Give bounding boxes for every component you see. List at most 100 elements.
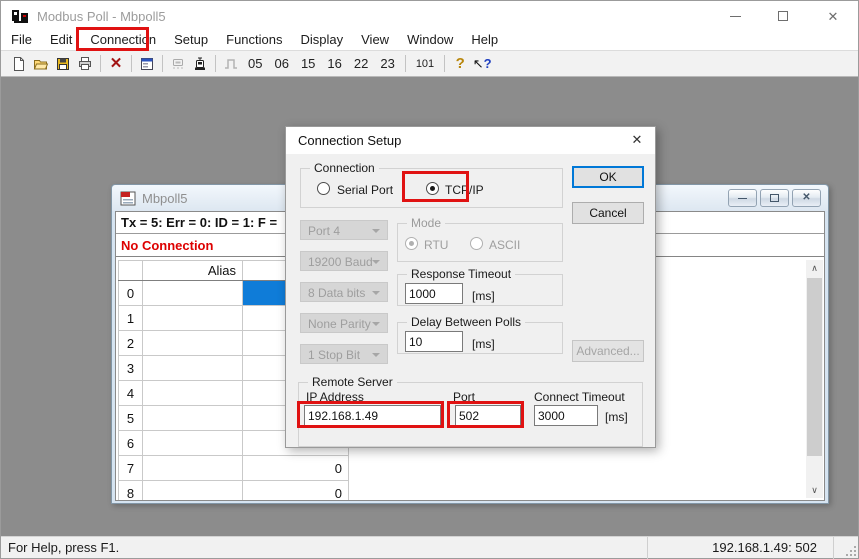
communication-icon-disabled <box>170 56 186 72</box>
device-icon <box>192 56 208 72</box>
open-file-button[interactable] <box>30 53 52 75</box>
document-icon <box>120 191 136 206</box>
value-cell[interactable]: 0 <box>243 456 349 481</box>
test-center-button[interactable]: 101 <box>410 58 440 70</box>
save-floppy-icon <box>55 56 71 72</box>
menu-functions[interactable]: Functions <box>217 30 291 50</box>
connection-setup-dialog: Connection Setup ✕ Connection Serial Por… <box>285 126 656 448</box>
menu-setup[interactable]: Setup <box>165 30 217 50</box>
row-number: 3 <box>119 356 143 381</box>
alias-cell[interactable] <box>143 281 243 306</box>
stop-bits-combo: 1 Stop Bit <box>300 344 388 364</box>
menu-window[interactable]: Window <box>398 30 462 50</box>
context-help-button[interactable]: ↖? <box>471 53 493 75</box>
function-23-button[interactable]: 23 <box>374 56 400 71</box>
menu-help[interactable]: Help <box>462 30 507 50</box>
question-icon: ? <box>484 56 492 71</box>
cancel-button[interactable]: Cancel <box>572 202 644 224</box>
value-cell[interactable]: 0 <box>243 481 349 501</box>
serial-port-combo: Port 4 <box>300 220 388 240</box>
serial-port-label: Serial Port <box>337 183 393 197</box>
alias-column-header[interactable]: Alias <box>143 261 243 281</box>
alias-cell[interactable] <box>143 456 243 481</box>
menu-file[interactable]: File <box>2 30 41 50</box>
parity-combo: None Parity <box>300 313 388 333</box>
mdi-minimize-button[interactable] <box>728 189 757 207</box>
connect-timeout-input[interactable] <box>534 405 598 426</box>
alias-cell[interactable] <box>143 306 243 331</box>
mbpoll5-title: Mbpoll5 <box>142 191 188 206</box>
row-number: 1 <box>119 306 143 331</box>
toolbar-separator <box>131 55 132 72</box>
response-timeout-label: Response Timeout <box>407 267 515 281</box>
alias-cell[interactable] <box>143 381 243 406</box>
function-05-button[interactable]: 05 <box>242 56 268 71</box>
annotation-box-tcpip-radio <box>402 171 469 202</box>
window-title: Modbus Poll - Mbpoll5 <box>37 9 166 24</box>
menu-view[interactable]: View <box>352 30 398 50</box>
scroll-up-arrow-icon[interactable]: ∧ <box>806 260 823 276</box>
new-document-icon <box>11 56 27 72</box>
delay-unit: [ms] <box>472 337 495 351</box>
square-wave-icon-disabled <box>223 56 239 72</box>
setup-window-button[interactable] <box>136 53 158 75</box>
response-timeout-input[interactable] <box>405 283 463 304</box>
vertical-scrollbar[interactable]: ∧ ∨ <box>806 260 823 498</box>
poll-toggle-button[interactable] <box>220 53 242 75</box>
status-help-text: For Help, press F1. <box>8 540 119 555</box>
toolbar-separator <box>100 55 101 72</box>
scrollbar-thumb[interactable] <box>807 278 822 456</box>
response-timeout-unit: [ms] <box>472 289 495 303</box>
alias-cell[interactable] <box>143 356 243 381</box>
maximize-button[interactable] <box>767 1 799 31</box>
dialog-title-bar[interactable]: Connection Setup ✕ <box>286 127 655 154</box>
row-number: 7 <box>119 456 143 481</box>
resize-grip[interactable] <box>846 546 856 556</box>
toolbar: ✕ 05 06 15 16 22 23 101 ? ↖? <box>1 50 858 77</box>
print-button[interactable] <box>74 53 96 75</box>
save-button[interactable] <box>52 53 74 75</box>
annotation-box-port <box>447 401 524 428</box>
menu-display[interactable]: Display <box>292 30 353 50</box>
mdi-close-button[interactable]: ✕ <box>792 189 821 207</box>
alias-cell[interactable] <box>143 331 243 356</box>
alias-cell[interactable] <box>143 406 243 431</box>
status-bar: For Help, press F1. 192.168.1.49: 502 <box>1 536 858 558</box>
ok-button[interactable]: OK <box>572 166 644 188</box>
baud-rate-combo: 19200 Baud <box>300 251 388 271</box>
serial-port-radio[interactable] <box>317 182 330 195</box>
annotation-box-connection-menu <box>76 27 149 51</box>
alias-cell[interactable] <box>143 481 243 501</box>
new-file-button[interactable] <box>8 53 30 75</box>
connect-timeout-unit: [ms] <box>605 410 628 424</box>
toolbar-separator <box>162 55 163 72</box>
advanced-button: Advanced... <box>572 340 644 362</box>
connection-group-label: Connection <box>310 161 379 175</box>
remote-server-label: Remote Server <box>308 375 397 389</box>
toolbar-separator <box>215 55 216 72</box>
app-icon <box>10 6 30 26</box>
test-device-button[interactable] <box>189 53 211 75</box>
function-15-button[interactable]: 15 <box>295 56 321 71</box>
alias-cell[interactable] <box>143 431 243 456</box>
about-help-button[interactable]: ? <box>449 53 471 75</box>
row-number: 0 <box>119 281 143 306</box>
minimize-button[interactable] <box>719 1 751 31</box>
function-16-button[interactable]: 16 <box>321 56 347 71</box>
close-button[interactable]: ✕ <box>817 1 849 31</box>
function-06-button[interactable]: 06 <box>268 56 294 71</box>
annotation-box-ip-address <box>297 401 444 428</box>
scroll-down-arrow-icon[interactable]: ∨ <box>806 482 823 498</box>
grid-row-8: 80 <box>119 481 349 501</box>
disconnect-button[interactable]: ✕ <box>105 53 127 75</box>
row-number: 5 <box>119 406 143 431</box>
function-22-button[interactable]: 22 <box>348 56 374 71</box>
mdi-restore-button[interactable] <box>760 189 789 207</box>
row-number: 8 <box>119 481 143 501</box>
dialog-close-icon[interactable]: ✕ <box>626 132 648 150</box>
toolbar-separator <box>444 55 445 72</box>
row-header-corner <box>119 261 143 281</box>
data-bits-combo: 8 Data bits <box>300 282 388 302</box>
delay-between-polls-input[interactable] <box>405 331 463 352</box>
communication-traffic-button[interactable] <box>167 53 189 75</box>
